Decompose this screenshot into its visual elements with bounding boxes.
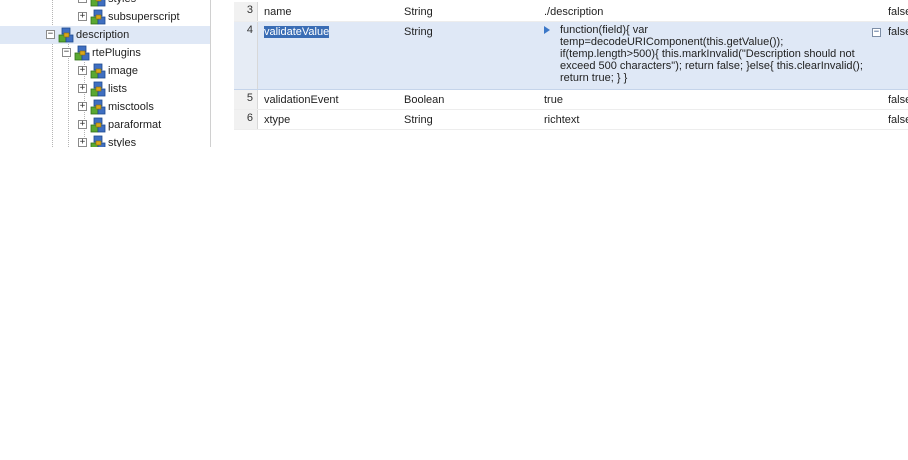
tree-node-label: paraformat	[108, 119, 162, 131]
tree-node-styles[interactable]: + styles	[0, 134, 210, 147]
collapse-toggle-icon[interactable]: −	[62, 48, 71, 57]
property-protected[interactable]: false	[888, 112, 908, 128]
property-name[interactable]: validateValue	[264, 24, 404, 40]
tree-node-paraformat[interactable]: + paraformat	[0, 116, 210, 134]
property-type[interactable]: Boolean	[404, 92, 544, 108]
tree-node-label: styles	[108, 0, 136, 8]
property-type[interactable]: String	[404, 112, 544, 128]
properties-grid: 3 name String ./description false 4 vali…	[226, 0, 908, 147]
collapse-value-icon[interactable]: −	[872, 28, 881, 37]
node-cubes-icon	[90, 63, 106, 79]
table-row[interactable]: 3 name String ./description false	[234, 2, 908, 22]
tree-node-lists[interactable]: + lists	[0, 80, 210, 98]
node-cubes-icon	[90, 0, 106, 7]
crxde-window: + styles + subsuperscript −	[0, 0, 908, 460]
expand-toggle-icon[interactable]: +	[78, 0, 87, 3]
node-cubes-icon	[90, 117, 106, 133]
tree-node-label: description	[76, 29, 130, 41]
tree-node-styles[interactable]: + styles	[0, 0, 210, 8]
property-value[interactable]: richtext	[544, 112, 878, 128]
row-number: 5	[234, 90, 258, 109]
node-cubes-icon	[90, 135, 106, 147]
node-cubes-icon	[58, 27, 74, 43]
table-row[interactable]: 6 xtype String richtext false	[234, 110, 908, 130]
tree-node-label: styles	[108, 137, 137, 147]
tree-node-description[interactable]: − description	[0, 26, 210, 44]
node-cubes-icon	[90, 99, 106, 115]
row-number: 4	[234, 22, 258, 89]
expand-toggle-icon[interactable]: +	[78, 138, 87, 147]
expand-toggle-icon[interactable]: +	[78, 120, 87, 129]
tree-node-rteplugins[interactable]: − rtePlugins	[0, 44, 210, 62]
table-row[interactable]: 5 validationEvent Boolean true false	[234, 90, 908, 110]
tree-node-image[interactable]: + image	[0, 62, 210, 80]
tree-node-label: subsuperscript	[108, 11, 180, 23]
selected-name-text: validateValue	[264, 26, 330, 38]
collapse-toggle-icon[interactable]: −	[46, 30, 55, 39]
property-name[interactable]: name	[264, 4, 404, 20]
expand-toggle-icon[interactable]: +	[78, 12, 87, 21]
property-value-text: function(field){ var temp=decodeURICompo…	[560, 24, 863, 84]
property-type[interactable]: String	[404, 4, 544, 20]
row-number: 6	[234, 110, 258, 129]
tree-node-subsuperscript[interactable]: + subsuperscript	[0, 8, 210, 26]
property-protected[interactable]: false	[888, 92, 908, 108]
property-type[interactable]: String	[404, 24, 544, 40]
property-name[interactable]: xtype	[264, 112, 404, 128]
table-row-selected[interactable]: 4 validateValue String function(field){ …	[234, 22, 908, 90]
property-protected[interactable]: false	[888, 4, 908, 20]
tree-node-label: image	[108, 65, 138, 77]
expand-arrow-icon[interactable]	[544, 26, 550, 34]
row-number: 3	[234, 2, 258, 21]
expand-toggle-icon[interactable]: +	[78, 84, 87, 93]
property-name[interactable]: validationEvent	[264, 92, 404, 108]
tree-node-label: misctools	[108, 101, 154, 113]
tree-node-label: rtePlugins	[92, 47, 141, 59]
node-cubes-icon	[74, 45, 90, 61]
property-value-multiline[interactable]: function(field){ var temp=decodeURICompo…	[544, 22, 878, 88]
tree-node-misctools[interactable]: + misctools	[0, 98, 210, 116]
repository-tree: + styles + subsuperscript −	[0, 0, 211, 147]
property-value[interactable]: true	[544, 92, 878, 108]
node-cubes-icon	[90, 81, 106, 97]
property-protected[interactable]: false	[888, 24, 908, 40]
expand-toggle-icon[interactable]: +	[78, 66, 87, 75]
tree-node-label: lists	[108, 83, 127, 95]
property-value[interactable]: ./description	[544, 4, 878, 20]
expand-toggle-icon[interactable]: +	[78, 102, 87, 111]
node-cubes-icon	[90, 9, 106, 25]
